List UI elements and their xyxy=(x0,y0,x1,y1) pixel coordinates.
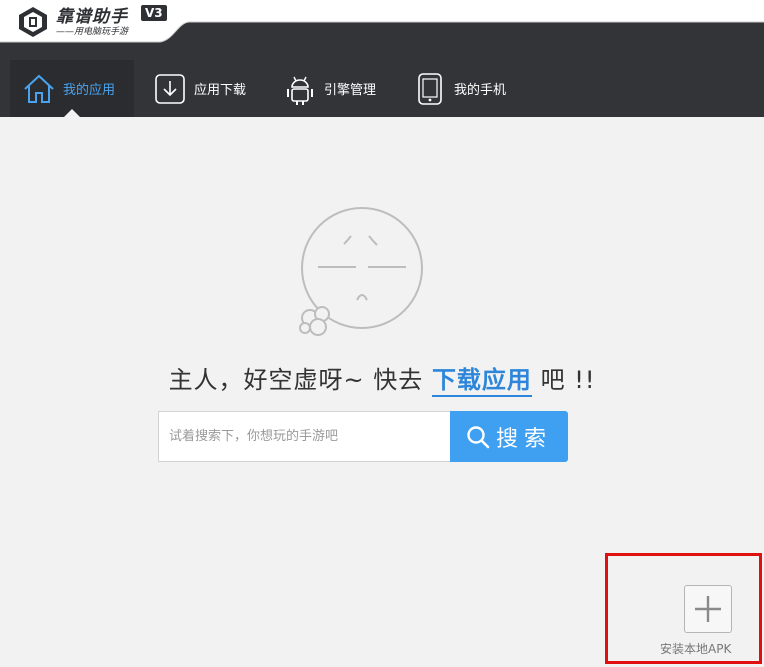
tab-my-phone-label: 我的手机 xyxy=(454,83,507,98)
app-header: 靠谱助手 ——用电脑玩手游 V3 我的应用 应用下载 引擎管理 我的手机 xyxy=(0,0,764,117)
app-subtitle: ——用电脑玩手游 xyxy=(56,26,129,37)
empty-message-prefix: 主人，好空虚呀~ 快去 xyxy=(168,366,432,394)
install-apk-label[interactable]: 安装本地APK xyxy=(660,640,760,657)
empty-face-icon xyxy=(299,207,423,336)
search-button[interactable]: 搜索 xyxy=(450,411,568,462)
main-nav: 我的应用 应用下载 引擎管理 我的手机 xyxy=(0,60,764,117)
app-logo: 靠谱助手 ——用电脑玩手游 V3 xyxy=(16,4,167,40)
tab-engine-manager-label: 引擎管理 xyxy=(324,83,377,98)
tab-engine-manager[interactable]: 引擎管理 xyxy=(283,60,403,117)
tab-app-download-label: 应用下载 xyxy=(194,83,247,98)
phone-icon xyxy=(418,72,442,105)
download-apps-link[interactable]: 下载应用 xyxy=(431,366,532,397)
empty-message: 主人，好空虚呀~ 快去 下载应用 吧 !! xyxy=(0,360,764,397)
tab-my-apps[interactable]: 我的应用 xyxy=(10,60,134,117)
search-icon xyxy=(467,425,490,448)
android-icon xyxy=(287,76,313,105)
title-bar: 靠谱助手 ——用电脑玩手游 V3 xyxy=(0,0,764,44)
home-icon xyxy=(24,74,54,103)
app-title: 靠谱助手 xyxy=(56,6,128,27)
plus-icon xyxy=(695,596,721,622)
search-input[interactable] xyxy=(158,411,450,462)
install-apk-button[interactable] xyxy=(684,585,732,633)
download-icon xyxy=(155,73,185,104)
search-bar: 搜索 xyxy=(158,411,568,462)
logo-icon xyxy=(19,7,47,37)
tab-my-phone[interactable]: 我的手机 xyxy=(413,60,523,117)
empty-message-suffix: 吧 !! xyxy=(531,366,596,394)
tab-my-apps-label: 我的应用 xyxy=(63,83,116,98)
search-button-label: 搜索 xyxy=(495,426,552,452)
tab-app-download[interactable]: 应用下载 xyxy=(153,60,268,117)
version-badge: V3 xyxy=(141,5,167,21)
